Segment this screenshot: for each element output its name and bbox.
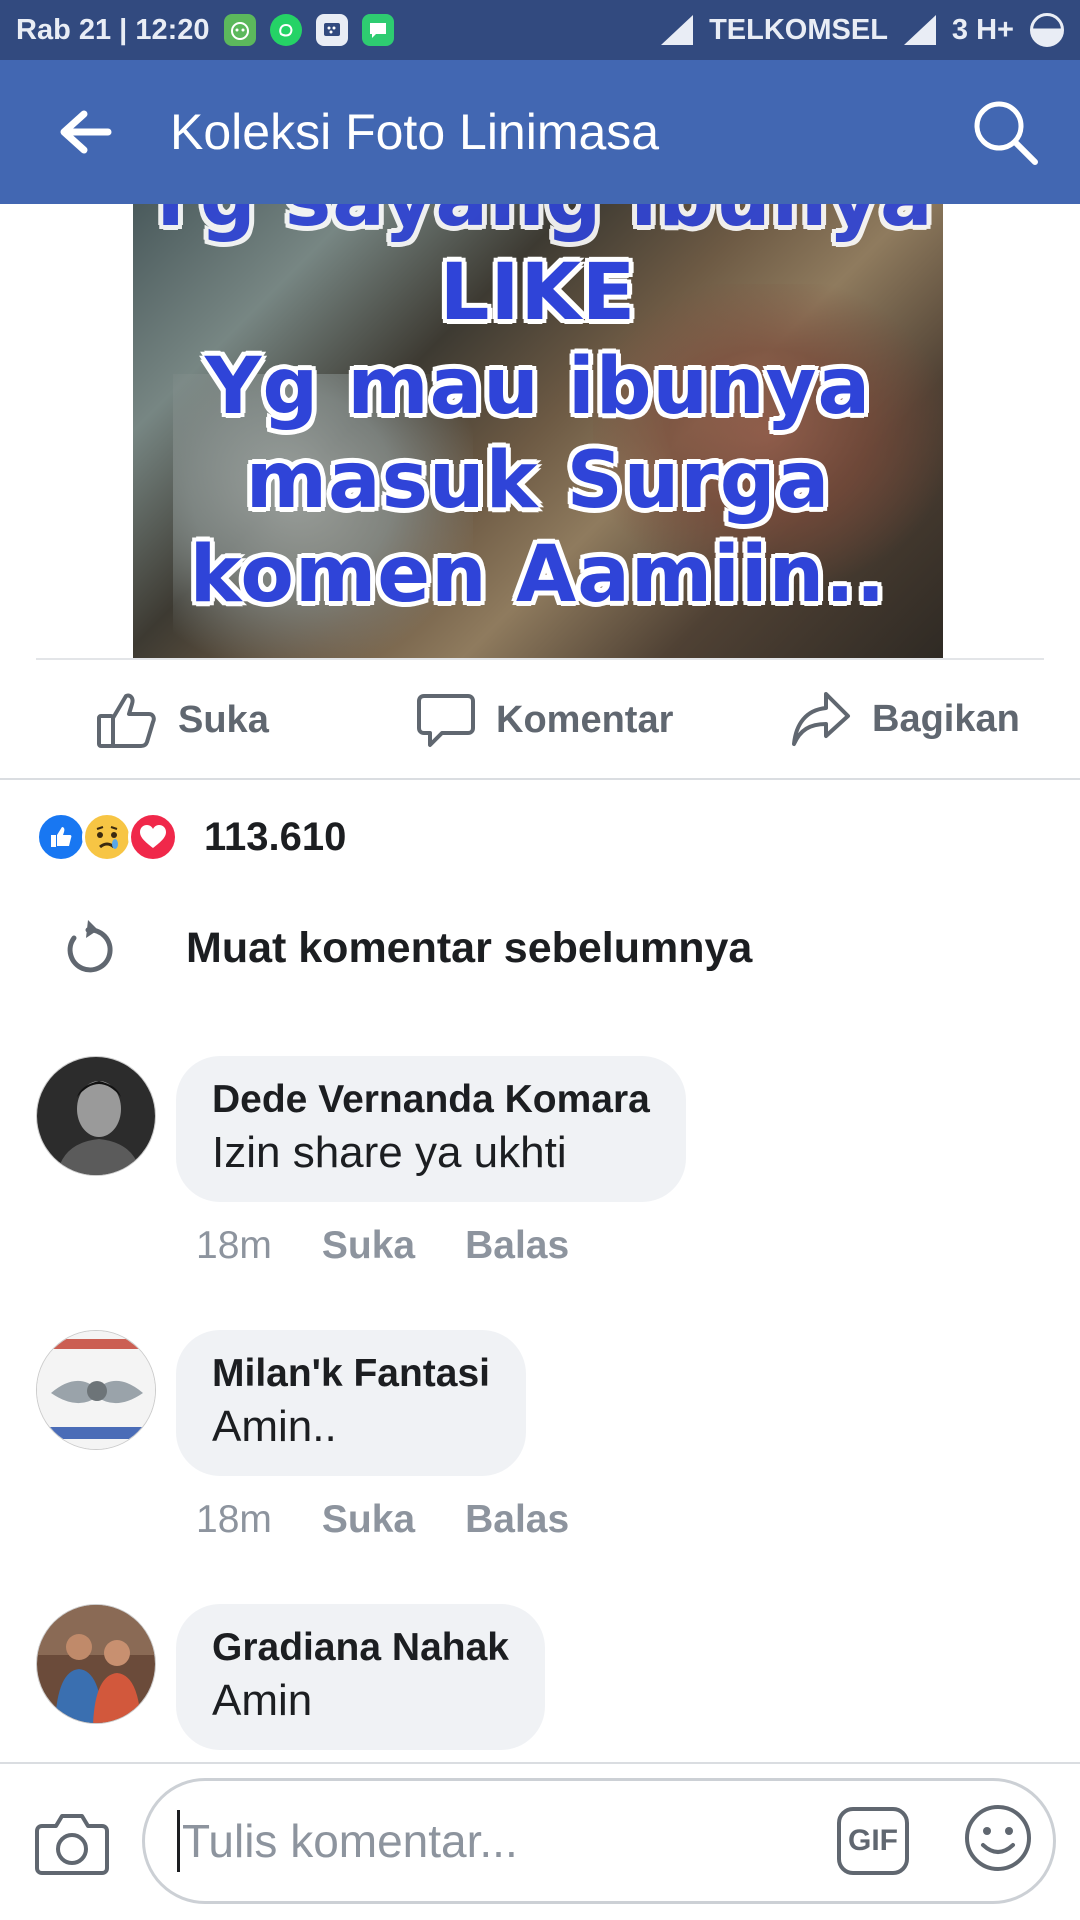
comment-time: 18m bbox=[196, 1224, 272, 1267]
page-title: Koleksi Foto Linimasa bbox=[170, 104, 660, 160]
comment-bubble[interactable]: Dede Vernanda Komara Izin share ya ukhti bbox=[176, 1056, 686, 1202]
comment-button[interactable]: Komentar bbox=[416, 690, 673, 750]
camera-icon bbox=[35, 1814, 109, 1875]
load-previous-comments[interactable]: Muat komentar sebelumnya bbox=[60, 918, 752, 978]
image-caption: Yg sayang ibunya LIKE Yg mau ibunya masu… bbox=[133, 204, 943, 622]
refresh-icon bbox=[67, 920, 113, 973]
comment-composer: Tulis komentar... GIF bbox=[0, 1764, 1080, 1920]
status-right: TELKOMSEL 3 H+ bbox=[661, 13, 1064, 47]
comment-like-link[interactable]: Suka bbox=[322, 1224, 415, 1268]
image-line-1: LIKE bbox=[439, 248, 637, 338]
comment-label: Komentar bbox=[496, 698, 674, 741]
chat-icon bbox=[361, 14, 394, 46]
comment-input[interactable]: Tulis komentar... GIF bbox=[142, 1778, 1056, 1904]
network-label: 3 H+ bbox=[951, 13, 1014, 46]
comment-text: Amin.. bbox=[212, 1402, 337, 1451]
comment-author[interactable]: Dede Vernanda Komara bbox=[212, 1078, 650, 1122]
bbm-icon bbox=[315, 14, 348, 46]
divider bbox=[0, 778, 1080, 780]
carrier-label: TELKOMSEL bbox=[709, 13, 888, 46]
load-previous-label: Muat komentar sebelumnya bbox=[186, 923, 753, 972]
comment-bubble[interactable]: Gradiana Nahak Amin bbox=[176, 1604, 545, 1750]
search-button[interactable] bbox=[930, 60, 1080, 204]
search-icon bbox=[974, 101, 1038, 165]
love-reaction-icon bbox=[128, 812, 178, 862]
comment-reply-link[interactable]: Balas bbox=[465, 1498, 569, 1542]
action-bar: Suka Komentar Bagikan bbox=[0, 660, 1080, 778]
comment-placeholder: Tulis komentar... bbox=[182, 1815, 518, 1867]
comment-time: 18m bbox=[196, 1498, 272, 1541]
reaction-count: 113.610 bbox=[204, 814, 347, 859]
battery-icon bbox=[1030, 13, 1064, 47]
notification-app-icon bbox=[223, 14, 256, 46]
comment-author[interactable]: Gradiana Nahak bbox=[212, 1626, 509, 1670]
sad-reaction-icon bbox=[82, 812, 132, 862]
comment-icon bbox=[417, 694, 475, 747]
like-label: Suka bbox=[178, 698, 269, 741]
image-line-2: Yg mau ibunya bbox=[204, 342, 872, 432]
reactions-summary[interactable]: 113.610 bbox=[36, 812, 346, 862]
comment-meta: 18m Suka Balas bbox=[196, 1224, 569, 1268]
whatsapp-icon bbox=[269, 14, 302, 46]
emoji-button[interactable] bbox=[963, 1803, 1033, 1873]
gif-button[interactable]: GIF bbox=[837, 1807, 909, 1875]
comment-author[interactable]: Milan'k Fantasi bbox=[212, 1352, 490, 1396]
status-left: Rab 21 | 12:20 bbox=[16, 14, 394, 47]
smiley-icon bbox=[965, 1805, 1031, 1871]
share-button[interactable]: Bagikan bbox=[790, 690, 1020, 748]
share-label: Bagikan bbox=[872, 697, 1020, 740]
thumbs-up-icon bbox=[97, 693, 156, 748]
post-image[interactable]: Yg sayang ibunya LIKE Yg mau ibunya masu… bbox=[133, 204, 943, 658]
back-button[interactable] bbox=[0, 60, 170, 204]
arrow-left-icon bbox=[60, 110, 112, 154]
like-button[interactable]: Suka bbox=[96, 690, 269, 750]
avatar[interactable] bbox=[36, 1330, 156, 1450]
camera-button[interactable] bbox=[34, 1812, 110, 1876]
image-line-partial: Yg sayang ibunya bbox=[133, 204, 943, 246]
screen: Rab 21 | 12:20 TELKOMSEL 3 H+ Koleksi Fo… bbox=[0, 0, 1080, 1920]
comment-text: Izin share ya ukhti bbox=[212, 1128, 567, 1177]
status-bar: Rab 21 | 12:20 TELKOMSEL 3 H+ bbox=[0, 0, 1080, 60]
avatar[interactable] bbox=[36, 1604, 156, 1724]
image-line-3: masuk Surga bbox=[245, 436, 831, 526]
comment-reply-link[interactable]: Balas bbox=[465, 1224, 569, 1268]
image-line-4: komen Aamiin.. bbox=[189, 530, 887, 620]
signal-icon-2 bbox=[903, 15, 936, 45]
signal-icon bbox=[661, 15, 694, 45]
text-cursor bbox=[177, 1810, 180, 1872]
comment-meta: 18m Suka Balas bbox=[196, 1498, 569, 1542]
comment-like-link[interactable]: Suka bbox=[322, 1498, 415, 1542]
avatar[interactable] bbox=[36, 1056, 156, 1176]
comment-bubble[interactable]: Milan'k Fantasi Amin.. bbox=[176, 1330, 527, 1476]
status-time: Rab 21 | 12:20 bbox=[16, 13, 210, 46]
comment-text: Amin bbox=[212, 1676, 313, 1725]
like-reaction-icon bbox=[36, 812, 86, 862]
app-bar: Koleksi Foto Linimasa bbox=[0, 60, 1080, 204]
share-icon bbox=[792, 692, 850, 746]
